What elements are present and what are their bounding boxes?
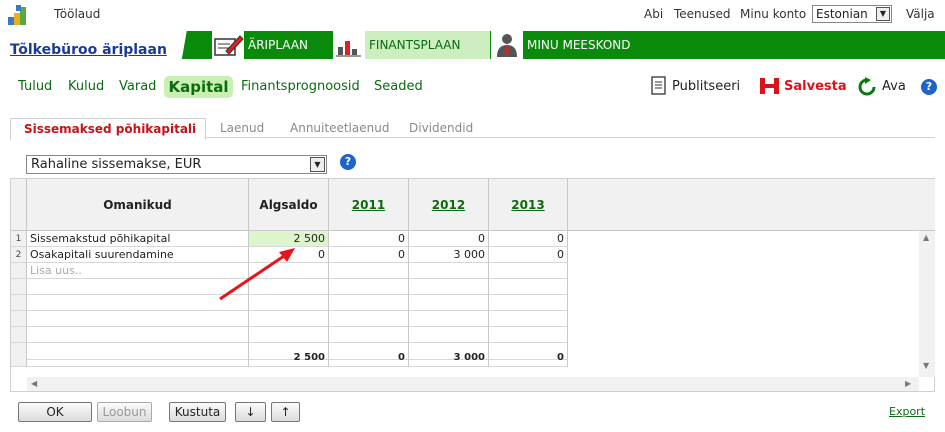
row-number: 1 [11,231,27,247]
row-number [11,327,27,343]
delete-button[interactable]: Kustuta [169,402,226,422]
annotation-arrow [219,248,295,301]
total-year-2012: 3 000 [409,350,489,367]
nav-item-financial-plan[interactable]: FINANTSPLAAN [365,31,490,59]
year-2012-cell[interactable]: 0 [409,231,489,247]
bar-chart-icon [333,31,365,59]
open-button[interactable]: Ava [882,79,906,94]
contribution-type-select[interactable]: Rahaline sissemakse, EUR ▼ [26,155,327,174]
services-link[interactable]: Teenused [674,7,731,21]
scroll-right-arrow-icon[interactable]: ▶ [905,379,911,388]
move-up-button[interactable]: ↑ [271,402,300,422]
cancel-button[interactable]: Loobun [97,402,152,422]
row-number [11,263,27,279]
save-icon[interactable] [759,76,781,96]
year-2013-cell[interactable]: 0 [489,247,568,263]
submenu-costs[interactable]: Kulud [68,79,104,94]
empty-cell[interactable] [27,327,249,343]
empty-cell[interactable] [329,327,409,343]
year-2011-cell[interactable]: 0 [329,247,409,263]
empty-cell[interactable] [489,279,568,295]
header-filler [568,179,935,231]
empty-cell[interactable] [489,263,568,279]
grid-corner-cell [11,179,27,231]
row-number [11,311,27,327]
my-account-link[interactable]: Minu konto [740,7,806,21]
year-2013-cell[interactable]: 0 [489,231,568,247]
total-year-2013: 0 [489,350,568,367]
header-year-2011[interactable]: 2011 [329,179,409,231]
submenu-forecasts[interactable]: Finantsprognoosid [241,79,360,94]
export-link[interactable]: Export [889,405,925,418]
move-down-button[interactable]: ↓ [235,402,266,422]
publish-document-icon[interactable] [651,76,669,96]
submenu-revenues[interactable]: Tulud [18,79,52,94]
totals-label-cell [27,350,249,367]
logout-link[interactable]: Välja [906,7,935,21]
empty-cell[interactable] [489,311,568,327]
scroll-down-arrow-icon[interactable]: ▼ [923,361,929,370]
chevron-down-icon: ▼ [876,7,890,21]
year-2012-cell[interactable]: 3 000 [409,247,489,263]
empty-cell[interactable] [249,327,329,343]
empty-cell[interactable] [409,327,489,343]
empty-cell[interactable] [329,263,409,279]
tab-dividends[interactable]: Dividendid [409,121,473,135]
help-icon[interactable]: ? [340,154,356,170]
nav-item-business-plan[interactable]: ÄRIPLAAN [244,31,332,59]
dashboard-link[interactable]: Töölaud [54,7,100,21]
ok-button[interactable]: OK [18,402,92,422]
save-button[interactable]: Salvesta [784,79,847,94]
pencil-document-icon [212,31,244,59]
language-select[interactable]: Estonian ▼ [812,5,892,23]
submenu-settings[interactable]: Seaded [374,79,423,94]
empty-cell[interactable] [409,279,489,295]
total-initial-balance: 2 500 [249,350,329,367]
tab-loans[interactable]: Laenud [220,121,264,135]
tab-share-capital[interactable]: Sissemaksed põhikapitali [10,118,206,140]
empty-cell[interactable] [489,295,568,311]
empty-cell[interactable] [249,311,329,327]
year-2011-cell[interactable]: 0 [329,231,409,247]
empty-cell[interactable] [329,279,409,295]
person-icon [491,31,523,59]
row-number: 2 [11,247,27,263]
scroll-up-arrow-icon[interactable]: ▲ [923,233,929,242]
submenu-capital[interactable]: Kapital [164,76,233,98]
row-number [11,350,27,367]
header-year-2013[interactable]: 2013 [489,179,568,231]
empty-cell[interactable] [409,295,489,311]
company-name-link[interactable]: Tõlkebüroo äriplaan [10,42,167,58]
row-number [11,295,27,311]
help-icon[interactable]: ? [921,79,937,95]
publish-button[interactable]: Publitseeri [672,79,740,94]
nav-decoration [178,31,212,59]
open-refresh-icon[interactable] [857,77,877,97]
empty-cell[interactable] [329,295,409,311]
empty-cell[interactable] [489,327,568,343]
total-year-2011: 0 [329,350,409,367]
contribution-type-value: Rahaline sissemakse, EUR [31,157,202,172]
horizontal-scrollbar[interactable]: ◀ ▶ [27,377,919,391]
help-link[interactable]: Abi [644,7,663,21]
header-year-2012[interactable]: 2012 [409,179,489,231]
tab-annuity-loans[interactable]: Annuiteetlaenud [290,121,389,135]
empty-cell[interactable] [409,263,489,279]
empty-cell[interactable] [27,311,249,327]
scroll-left-arrow-icon[interactable]: ◀ [31,379,37,388]
app-logo-icon [8,5,26,25]
vertical-scrollbar[interactable]: ▲ ▼ [919,231,935,377]
header-initial-balance: Algsaldo [249,179,329,231]
nav-item-my-team[interactable]: MINU MEESKOND [523,31,663,59]
empty-cell[interactable] [329,311,409,327]
language-select-value: Estonian [816,7,868,21]
chevron-down-icon: ▼ [310,157,325,172]
row-number [11,279,27,295]
empty-cell[interactable] [409,311,489,327]
submenu-assets[interactable]: Varad [119,79,156,94]
header-owners: Omanikud [27,179,249,231]
